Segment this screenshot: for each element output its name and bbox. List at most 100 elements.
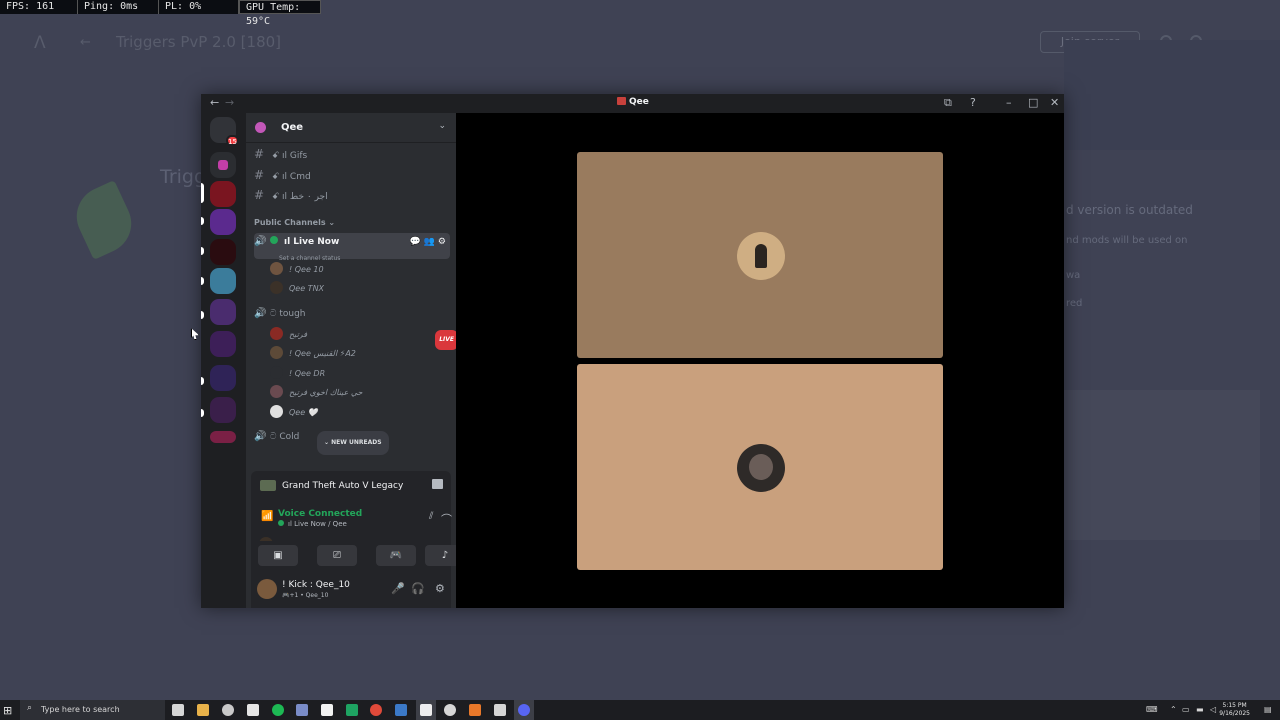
server-icon-partial[interactable] [210, 431, 236, 443]
user-name: حي عيناك اخوي فرتيح [289, 388, 363, 397]
app-icon[interactable] [420, 704, 432, 716]
voice-user[interactable]: فرتيح LIVE [270, 326, 466, 350]
user-avatar[interactable] [257, 579, 277, 599]
chrome-icon[interactable] [370, 704, 382, 716]
clock[interactable]: 5:15 PM 9/16/2025 [1219, 702, 1250, 718]
category-public-channels[interactable]: Public Channels ⌄ [254, 218, 335, 227]
voice-channel-cold[interactable]: 🔊 ට Cold ⌄ NEW UNREADS [254, 428, 450, 455]
signal-icon[interactable]: 📶 [261, 511, 273, 522]
bg-text-3: wa [1066, 270, 1081, 281]
clock-date: 9/16/2025 [1219, 710, 1250, 717]
avatar [270, 327, 283, 340]
video-stage [456, 113, 1064, 608]
voice-user[interactable]: ! Qee 10 [270, 261, 324, 279]
speaker-icon: 🔊 [254, 236, 267, 247]
user-name: Qee TNX [289, 284, 325, 293]
server-pill [201, 217, 204, 225]
app-icon[interactable] [296, 704, 308, 716]
background-side-panel [1044, 390, 1260, 540]
user-name[interactable]: ! Kick : Qee_10 [282, 580, 350, 590]
user-name: فرتيح [289, 330, 308, 339]
screen-share-button[interactable]: ⎚ [317, 545, 357, 566]
server-folder-3[interactable] [210, 365, 236, 391]
chevron-down-icon[interactable]: ⌄ [438, 121, 446, 131]
channel-cmd[interactable]: # ꗃ ıl Cmd [254, 166, 450, 184]
minimize-icon[interactable]: – [1006, 96, 1012, 109]
server-pill [201, 277, 204, 285]
avatar [270, 262, 283, 275]
clock-time: 5:15 PM [1222, 702, 1247, 709]
disconnect-icon[interactable]: ⌒ [441, 511, 452, 527]
file-explorer-icon[interactable] [197, 704, 209, 716]
server-avatar [255, 122, 266, 133]
forward-icon[interactable]: → [225, 96, 234, 109]
settings-gear-icon[interactable]: ⚙ [435, 582, 445, 595]
server-folder-1[interactable] [210, 299, 236, 325]
server-icon-r[interactable] [210, 239, 236, 265]
volume-icon[interactable]: ◁ [1210, 705, 1216, 714]
microphone-icon[interactable]: 🎤 [391, 582, 405, 595]
activity-screen-icon[interactable] [432, 479, 443, 489]
voice-connected-label[interactable]: Voice Connected [278, 509, 362, 519]
app-icon[interactable] [444, 704, 456, 716]
notepad-icon[interactable] [321, 704, 333, 716]
server-folder-4[interactable] [210, 397, 236, 423]
voice-user[interactable]: حي عيناك اخوي فرتيح [270, 384, 362, 402]
app-icon[interactable] [346, 704, 358, 716]
live-indicator [270, 236, 278, 244]
voice-location[interactable]: ıl Live Now / Qee [278, 520, 347, 528]
fps-readout: FPS: 161 [0, 0, 78, 14]
user-name: Qee 🤍 [289, 408, 318, 417]
notification-icon[interactable]: ▤ [1264, 705, 1272, 714]
keyboard-icon[interactable]: ⌨ [1146, 705, 1158, 714]
server-folder-2[interactable] [210, 331, 236, 357]
camera-off-button[interactable]: ▣ [258, 545, 298, 566]
server-icon-a[interactable] [210, 209, 236, 235]
dm-badge: 15 [226, 135, 239, 146]
voice-channel-live-now[interactable]: 🔊 ıl Live Now Set a channel status 💬 👥 ⚙ [254, 233, 450, 262]
server-icon-qee[interactable] [210, 181, 236, 207]
voice-channel-tough[interactable]: 🔊 ට tough [254, 305, 450, 323]
server-header[interactable]: Qee ⌄ [246, 113, 456, 143]
direct-messages-icon[interactable]: 15 [210, 117, 239, 146]
noise-suppression-icon[interactable]: ⫽ [429, 511, 433, 522]
channel-gifs[interactable]: # ꗃ ıl Gifs [254, 145, 450, 163]
channel-actions-icons[interactable]: 💬 👥 ⚙ [410, 233, 446, 251]
voice-user[interactable]: Qee 🤍 [270, 404, 318, 422]
back-arrow-icon[interactable]: ← [80, 35, 91, 50]
activity-button[interactable]: 🎮 [376, 545, 416, 566]
popout-icon[interactable]: ⧉ [944, 96, 952, 110]
headphones-icon[interactable]: 🎧 [411, 582, 425, 595]
avatar [270, 405, 283, 418]
tray-chevron-icon[interactable]: ⌃ [1170, 705, 1177, 714]
discord-icon[interactable] [518, 704, 530, 716]
voice-user[interactable]: ! Qee القنيس ⚡A2🎙⃠ [270, 345, 634, 363]
server-icon-c[interactable] [210, 268, 236, 294]
network-icon[interactable]: ▭ [1182, 705, 1190, 714]
close-icon[interactable]: ✕ [1050, 96, 1059, 109]
app-icon[interactable] [469, 704, 481, 716]
back-icon[interactable]: ← [210, 96, 219, 109]
voice-user[interactable]: Qee TNX [270, 280, 324, 298]
participant-tile[interactable] [577, 152, 943, 358]
app-icon[interactable] [222, 704, 234, 716]
new-unreads-label: NEW UNREADS [331, 439, 382, 446]
taskbar-search[interactable]: ⌕ Type here to search [20, 700, 165, 720]
maximize-icon[interactable]: □ [1028, 96, 1038, 109]
task-view-icon[interactable] [172, 704, 184, 716]
channel-arabic[interactable]: # ꗃ ıl اجر ٠ خط [254, 186, 450, 204]
activity-panel[interactable]: Grand Theft Auto V Legacy [251, 471, 451, 501]
app-icon[interactable] [247, 704, 259, 716]
battery-icon[interactable]: ▬ [1196, 705, 1204, 714]
server-icon-1[interactable] [210, 152, 236, 178]
new-unreads-button[interactable]: ⌄ NEW UNREADS [317, 431, 389, 455]
windows-start-icon[interactable]: ⊞ [3, 704, 12, 717]
steam-icon[interactable] [395, 704, 407, 716]
server-pill [201, 247, 204, 255]
spotify-icon[interactable] [272, 704, 284, 716]
voice-user[interactable]: ! Qee DR [270, 365, 325, 383]
app-icon[interactable] [494, 704, 506, 716]
help-icon[interactable]: ? [970, 96, 976, 109]
participant-tile[interactable] [577, 364, 943, 570]
hash-icon: # [254, 147, 265, 161]
